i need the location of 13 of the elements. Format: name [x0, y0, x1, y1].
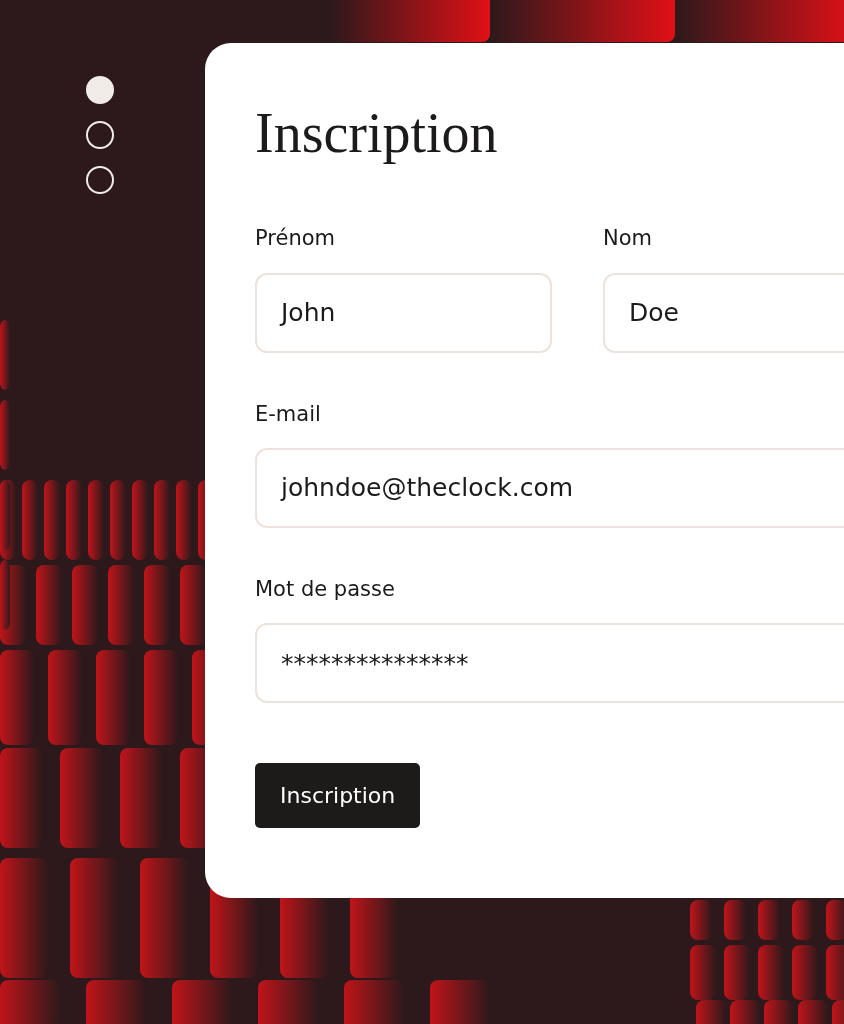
- step-dot[interactable]: [86, 76, 114, 104]
- step-dot[interactable]: [86, 121, 114, 149]
- step-dot[interactable]: [86, 166, 114, 194]
- form-title: Inscription: [255, 101, 499, 166]
- field-label: Prénom: [255, 225, 336, 253]
- input-field[interactable]: ***************: [255, 623, 844, 704]
- input-field[interactable]: John: [255, 272, 552, 353]
- field-label: E-mail: [255, 400, 322, 428]
- field-label: Mot de passe: [255, 576, 396, 603]
- input-field[interactable]: johndoe@theclock.com: [255, 448, 844, 528]
- field-label: Nom: [603, 225, 653, 253]
- input-field[interactable]: Doe: [603, 272, 844, 353]
- submit-button[interactable]: Inscription: [255, 763, 421, 829]
